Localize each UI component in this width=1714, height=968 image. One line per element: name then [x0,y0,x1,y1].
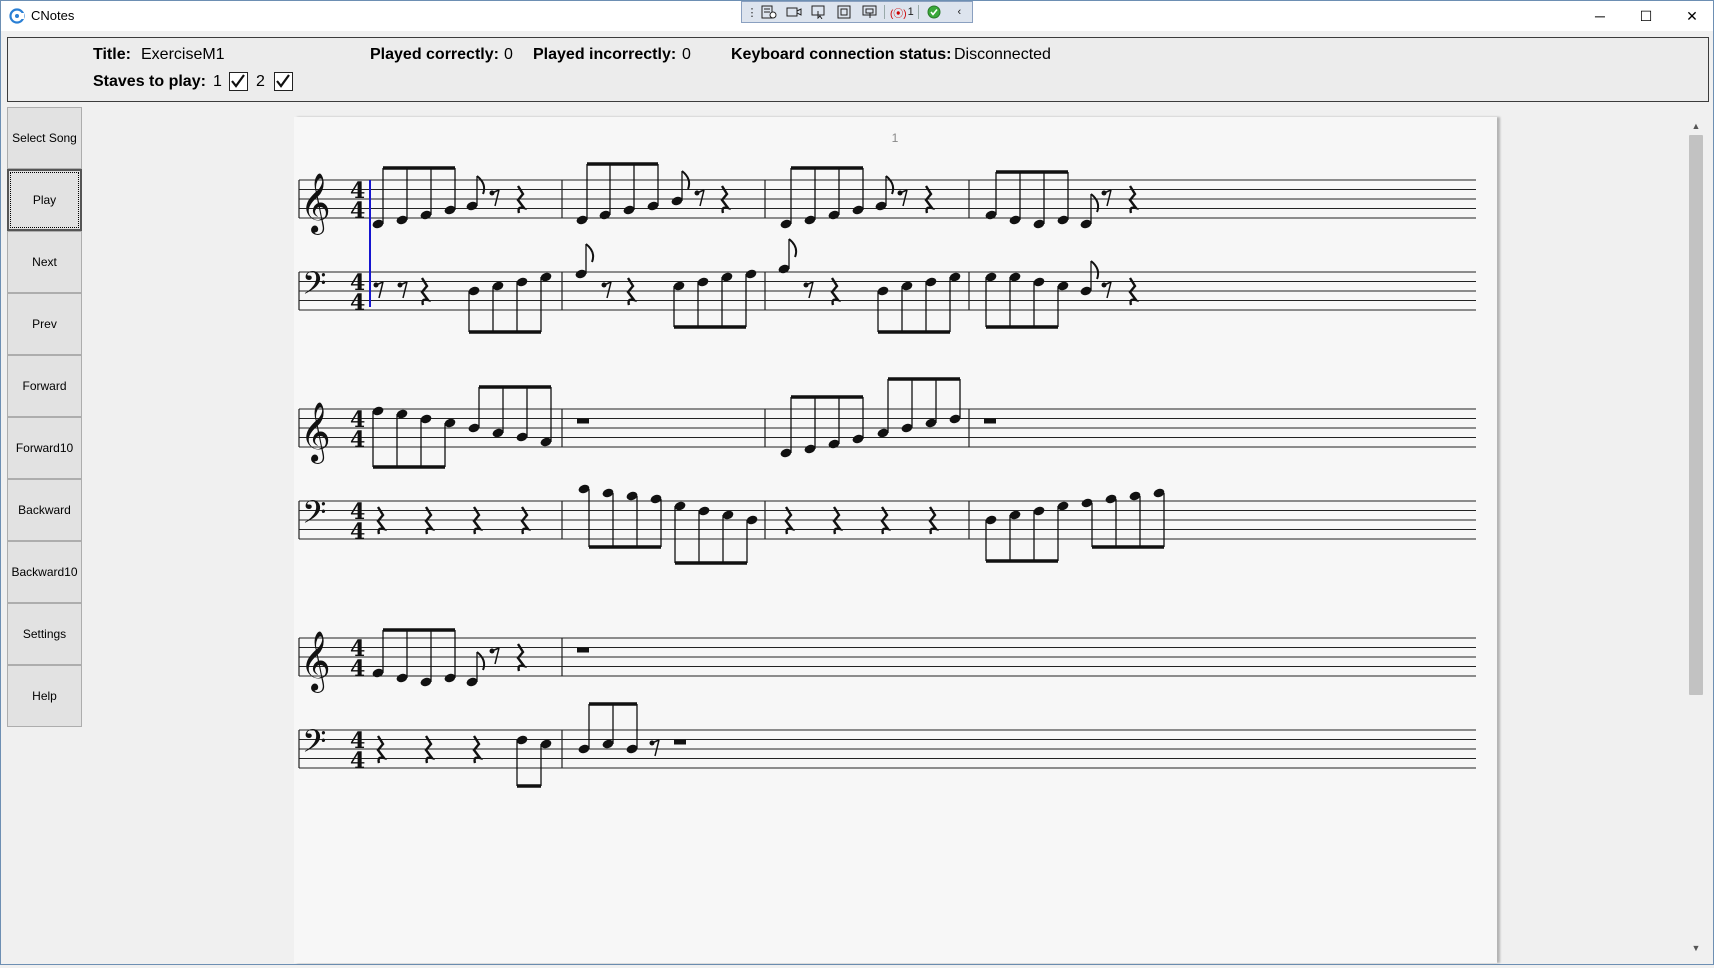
stave-1-label: 1 [213,73,222,90]
collapse-chevron-icon[interactable]: ‹ [947,2,972,22]
treble-clef-icon: 𝄞 [300,173,331,235]
time-signature-bottom: 4 [350,290,365,316]
video-camera-icon[interactable] [781,2,806,22]
check-circle-icon[interactable] [921,2,946,22]
bass-clef-icon: 𝄢 [302,265,326,309]
record-settings-icon[interactable] [756,2,781,22]
played-correctly-label: Played correctly: [370,46,499,63]
stave-1-checkbox[interactable] [229,72,248,91]
toolbar-separator [918,5,920,19]
checkmark-icon [276,74,290,88]
backward-button[interactable]: Backward [7,479,82,541]
record-count-indicator: (⦿) 1 [889,6,914,20]
play-button[interactable]: Play [7,169,82,231]
maximize-button[interactable]: ☐ [1623,1,1669,31]
stave-2-checkbox[interactable] [274,72,293,91]
score-viewer[interactable]: 1 𝄞 4 4 𝄢 4 4 𝄞 4 4 𝄢 4 4 𝄞 4 4 𝄢 4 4 [91,109,1691,963]
backward10-button[interactable]: Backward10 [7,541,82,603]
played-correctly-value: 0 [504,46,513,63]
grip-icon[interactable]: ⋮ [747,2,758,22]
time-signature-bottom: 4 [350,198,365,224]
whole-rest-icon [674,739,686,745]
whole-rest-icon [984,418,996,424]
eighth-rest-icon [402,281,408,299]
eighth-rest-icon [494,647,500,665]
help-button[interactable]: Help [7,665,82,727]
eighth-rest-icon [902,189,908,207]
score-page: 1 𝄞 4 4 𝄢 4 4 𝄞 4 4 𝄢 4 4 𝄞 4 4 𝄢 4 4 [294,117,1497,963]
note-flag [788,238,798,258]
recorder-toolbar: ⋮ (⦿) 1 ‹ [741,1,973,23]
time-signature-bottom: 4 [350,748,365,774]
sheet-music: 1𝄞 44𝄢 44𝄞 44𝄢 44𝄞 44𝄢 44 [298,131,1476,788]
title-label: Title: [93,46,131,63]
time-signature-bottom: 4 [350,519,365,545]
note-flag [476,651,486,671]
page-number: 1 [892,131,899,145]
select-song-button[interactable]: Select Song [7,107,82,169]
staves-label: Staves to play: [93,73,206,90]
select-region-icon[interactable] [807,2,832,22]
window-title: CNotes [31,8,75,23]
treble-clef-icon: 𝄞 [300,402,331,464]
whole-rest-icon [577,418,589,424]
played-incorrectly-label: Played incorrectly: [533,46,677,63]
note-flag [585,243,595,263]
record-icon: (⦿) [889,8,907,20]
eighth-rest-icon [494,189,500,207]
app-logo-icon [9,8,25,24]
time-signature-bottom: 4 [350,656,365,682]
next-button[interactable]: Next [7,231,82,293]
vertical-scrollbar[interactable]: ▲ ▼ [1685,117,1705,959]
scroll-up-arrow-icon[interactable]: ▲ [1689,119,1703,133]
eighth-rest-icon [699,189,705,207]
song-info-panel: Title: ExerciseM1 Staves to play: 1 2 Pl… [7,37,1709,102]
bass-clef-icon: 𝄢 [302,723,326,767]
app-window: CNotes ⋮ (⦿) 1 ‹ ─ ☐ ✕ Title: ExerciseM1… [0,0,1714,965]
note-flag [476,175,486,195]
keyboard-status-value: Disconnected [954,46,1051,63]
eighth-rest-icon [378,281,384,299]
window-capture-icon[interactable] [857,2,882,22]
played-incorrectly-value: 0 [682,46,691,63]
eighth-rest-icon [1106,189,1112,207]
scroll-thumb[interactable] [1689,135,1703,695]
title-value: ExerciseM1 [141,46,225,63]
prev-button[interactable]: Prev [7,293,82,355]
note-flag [1090,260,1100,280]
treble-clef-icon: 𝄞 [300,631,331,693]
title-bar: CNotes ⋮ (⦿) 1 ‹ ─ ☐ ✕ [1,1,1713,31]
eighth-rest-icon [606,281,612,299]
checkmark-icon [231,74,245,88]
forward-button[interactable]: Forward [7,355,82,417]
whole-rest-icon [577,647,589,653]
stave-2-label: 2 [256,73,265,90]
bass-clef-icon: 𝄢 [302,494,326,538]
settings-button[interactable]: Settings [7,603,82,665]
toolbar-separator [884,5,886,19]
note-flag [885,175,895,195]
eighth-rest-icon [808,281,814,299]
eighth-rest-icon [654,739,660,757]
forward10-button[interactable]: Forward10 [7,417,82,479]
close-button[interactable]: ✕ [1669,1,1714,31]
time-signature-bottom: 4 [350,427,365,453]
scroll-down-arrow-icon[interactable]: ▼ [1689,941,1703,955]
fullscreen-capture-icon[interactable] [832,2,857,22]
keyboard-status-label: Keyboard connection status: [731,46,952,63]
note-flag [1090,193,1100,213]
minimize-button[interactable]: ─ [1577,1,1623,31]
eighth-rest-icon [1106,281,1112,299]
